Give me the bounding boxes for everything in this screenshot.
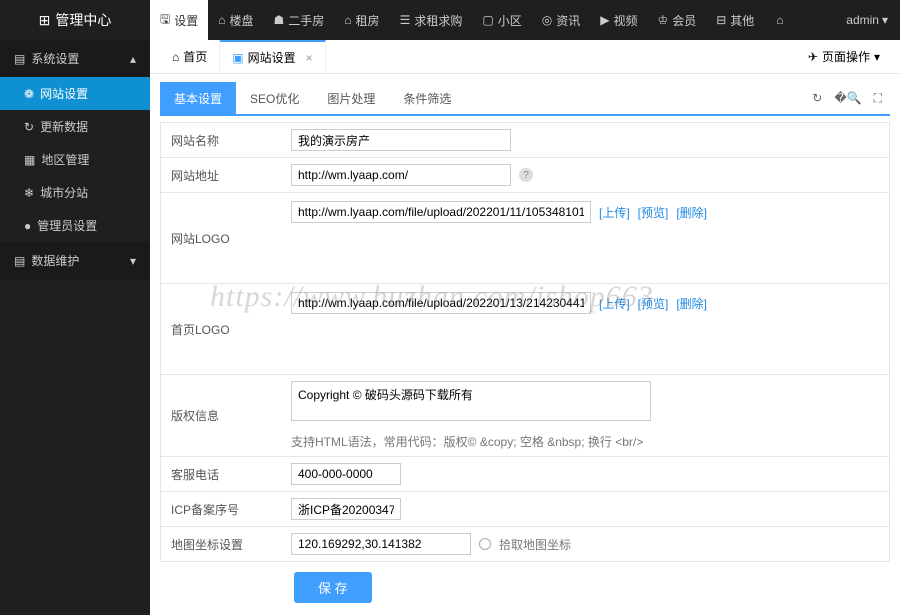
inner-tab-basic[interactable]: 基本设置	[160, 82, 236, 114]
other-icon: ⊟	[716, 13, 726, 27]
home-icon: ⌂	[776, 13, 783, 27]
nav-settings[interactable]: 🖫设置	[150, 0, 208, 40]
sidebar-item-website[interactable]: ❁网站设置	[0, 77, 150, 110]
house-icon: ☗	[274, 13, 285, 27]
map-pick-link[interactable]: 拾取地图坐标	[499, 536, 571, 553]
inner-tab-image[interactable]: 图片处理	[313, 82, 389, 114]
nav-admin[interactable]: admin ▾	[846, 13, 900, 27]
nav-shipin[interactable]: ▶视频	[590, 0, 647, 40]
inner-tab-filter[interactable]: 条件筛选	[389, 82, 465, 114]
site-logo-input[interactable]	[291, 201, 591, 223]
chevron-down-icon: ▾	[874, 50, 880, 64]
map-icon: ▦	[24, 153, 35, 167]
news-icon: ◎	[542, 13, 552, 27]
snow-icon: ❄	[24, 186, 34, 200]
delete-link[interactable]: [删除]	[676, 204, 707, 221]
label-map: 地图坐标设置	[161, 527, 281, 561]
radio-icon[interactable]	[479, 538, 491, 550]
sidebar-group-system[interactable]: ▤系统设置 ▴	[0, 40, 150, 77]
sidebar-group-data[interactable]: ▤数据维护 ▾	[0, 242, 150, 279]
brand-text: 管理中心	[55, 10, 111, 30]
delete-link-2[interactable]: [删除]	[676, 295, 707, 312]
dot-icon: ●	[24, 219, 31, 233]
nav-home-icon[interactable]: ⌂	[764, 0, 795, 40]
label-service-tel: 客服电话	[161, 457, 281, 491]
nav-loupan[interactable]: ⌂楼盘	[208, 0, 263, 40]
sidebar-item-update[interactable]: ↻更新数据	[0, 110, 150, 143]
search-icon[interactable]: �🔍	[834, 91, 861, 106]
video-icon: ▶	[600, 13, 609, 27]
refresh-icon[interactable]: ↻	[812, 91, 822, 106]
copyright-textarea[interactable]: Copyright © 破码头源码下载所有	[291, 381, 651, 421]
icp-input[interactable]	[291, 498, 401, 520]
chevron-down-icon: ▾	[130, 254, 136, 268]
nav-huiyuan[interactable]: ♔会员	[647, 0, 706, 40]
nav-zixun[interactable]: ◎资讯	[532, 0, 591, 40]
label-site-logo: 网站LOGO	[161, 193, 281, 283]
upload-link-2[interactable]: [上传]	[599, 295, 630, 312]
db-icon: ▤	[14, 254, 25, 268]
preview-link-2[interactable]: [预览]	[638, 295, 669, 312]
sidebar-item-area[interactable]: ▦地区管理	[0, 143, 150, 176]
save-button[interactable]: 保 存	[294, 572, 372, 603]
home-icon: ⌂	[172, 50, 179, 64]
service-tel-input[interactable]	[291, 463, 401, 485]
nav-xiaoqu[interactable]: ▢小区	[472, 0, 531, 40]
sidebar-item-admin[interactable]: ●管理员设置	[0, 209, 150, 242]
building-icon: ⌂	[218, 13, 225, 27]
chevron-up-icon: ▴	[130, 52, 136, 66]
tab-website[interactable]: ▣网站设置×	[220, 40, 325, 73]
nav-zufang[interactable]: ⌂租房	[334, 0, 389, 40]
label-home-logo: 首页LOGO	[161, 284, 281, 374]
expand-icon[interactable]: ⛶	[874, 91, 882, 106]
floppy-icon: 🖫	[160, 10, 170, 31]
copyright-hint: 支持HTML语法，常用代码：版权© &copy; 空格 &nbsp; 换行 <b…	[291, 433, 643, 450]
help-icon[interactable]: ?	[519, 168, 533, 182]
plane-icon: ✈	[808, 50, 818, 64]
chevron-down-icon: ▾	[882, 13, 888, 27]
nav-ershou[interactable]: ☗二手房	[264, 0, 335, 40]
globe-icon: ❁	[24, 87, 34, 101]
list-icon: ☰	[400, 13, 411, 27]
upload-link[interactable]: [上传]	[599, 204, 630, 221]
label-icp: ICP备案序号	[161, 492, 281, 526]
gear-icon: ▤	[14, 52, 25, 66]
grid-icon: ⊞	[39, 12, 51, 29]
square-icon: ▣	[232, 51, 243, 65]
map-coord-input[interactable]	[291, 533, 471, 555]
label-copyright: 版权信息	[161, 375, 281, 456]
area-icon: ▢	[482, 13, 493, 27]
home-logo-input[interactable]	[291, 292, 591, 314]
refresh-icon: ↻	[24, 120, 34, 134]
tab-home[interactable]: ⌂首页	[160, 40, 220, 73]
user-icon: ♔	[657, 13, 668, 27]
inner-tab-seo[interactable]: SEO优化	[236, 82, 313, 114]
preview-link[interactable]: [预览]	[638, 204, 669, 221]
sidebar-item-city[interactable]: ❄城市分站	[0, 176, 150, 209]
label-site-name: 网站名称	[161, 123, 281, 157]
close-icon[interactable]: ×	[306, 51, 313, 65]
page-actions[interactable]: ✈页面操作▾	[798, 48, 890, 65]
label-site-url: 网站地址	[161, 158, 281, 192]
nav-qita[interactable]: ⊟其他	[706, 0, 764, 40]
site-url-input[interactable]	[291, 164, 511, 186]
nav-qiugou[interactable]: ☰求租求购	[390, 0, 473, 40]
rent-icon: ⌂	[344, 13, 351, 27]
site-name-input[interactable]	[291, 129, 511, 151]
brand: ⊞ 管理中心	[0, 10, 150, 30]
